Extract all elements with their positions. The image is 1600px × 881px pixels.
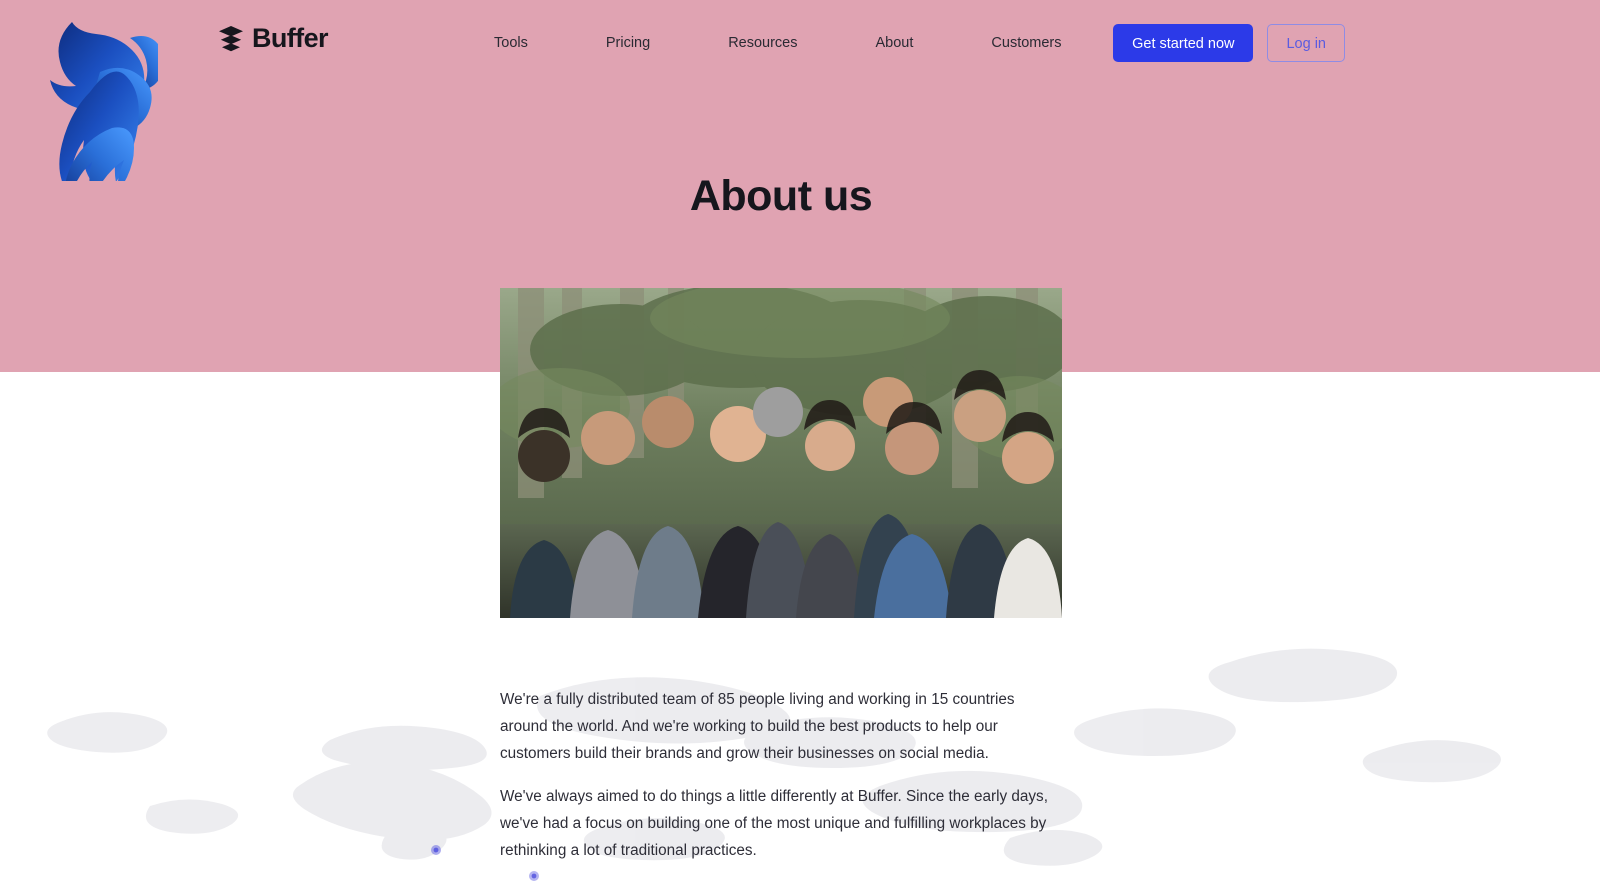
- brand-logo-link[interactable]: Buffer: [218, 23, 329, 53]
- brand-name: Buffer: [252, 23, 329, 53]
- about-paragraph-2: We've always aimed to do things a little…: [500, 788, 1048, 859]
- nav-item-tools[interactable]: Tools: [480, 31, 542, 55]
- page-title: About us: [689, 172, 873, 220]
- nav-item-resources[interactable]: Resources: [714, 31, 811, 55]
- about-body-copy: We're a fully distributed team of 85 peo…: [500, 686, 1066, 864]
- log-in-button[interactable]: Log in: [1267, 24, 1345, 62]
- nav-item-about[interactable]: About: [862, 31, 928, 55]
- about-us-page: Buffer Tools Pricing Resources About Cus…: [0, 0, 1600, 881]
- nav-actions: Get started now Log in: [1113, 24, 1345, 62]
- about-paragraph-1: We're a fully distributed team of 85 peo…: [500, 691, 1015, 762]
- top-navigation-bar: Buffer Tools Pricing Resources About Cus…: [0, 0, 1600, 181]
- buffer-stacked-layers-icon: [218, 25, 244, 52]
- nav-item-pricing[interactable]: Pricing: [592, 31, 664, 55]
- get-started-button[interactable]: Get started now: [1113, 24, 1254, 62]
- nav-item-customers[interactable]: Customers: [977, 31, 1075, 55]
- primary-nav: Tools Pricing Resources About Customers: [480, 31, 1076, 55]
- bull-head-logo-icon[interactable]: [38, 16, 158, 181]
- team-group-photo: [500, 288, 1062, 618]
